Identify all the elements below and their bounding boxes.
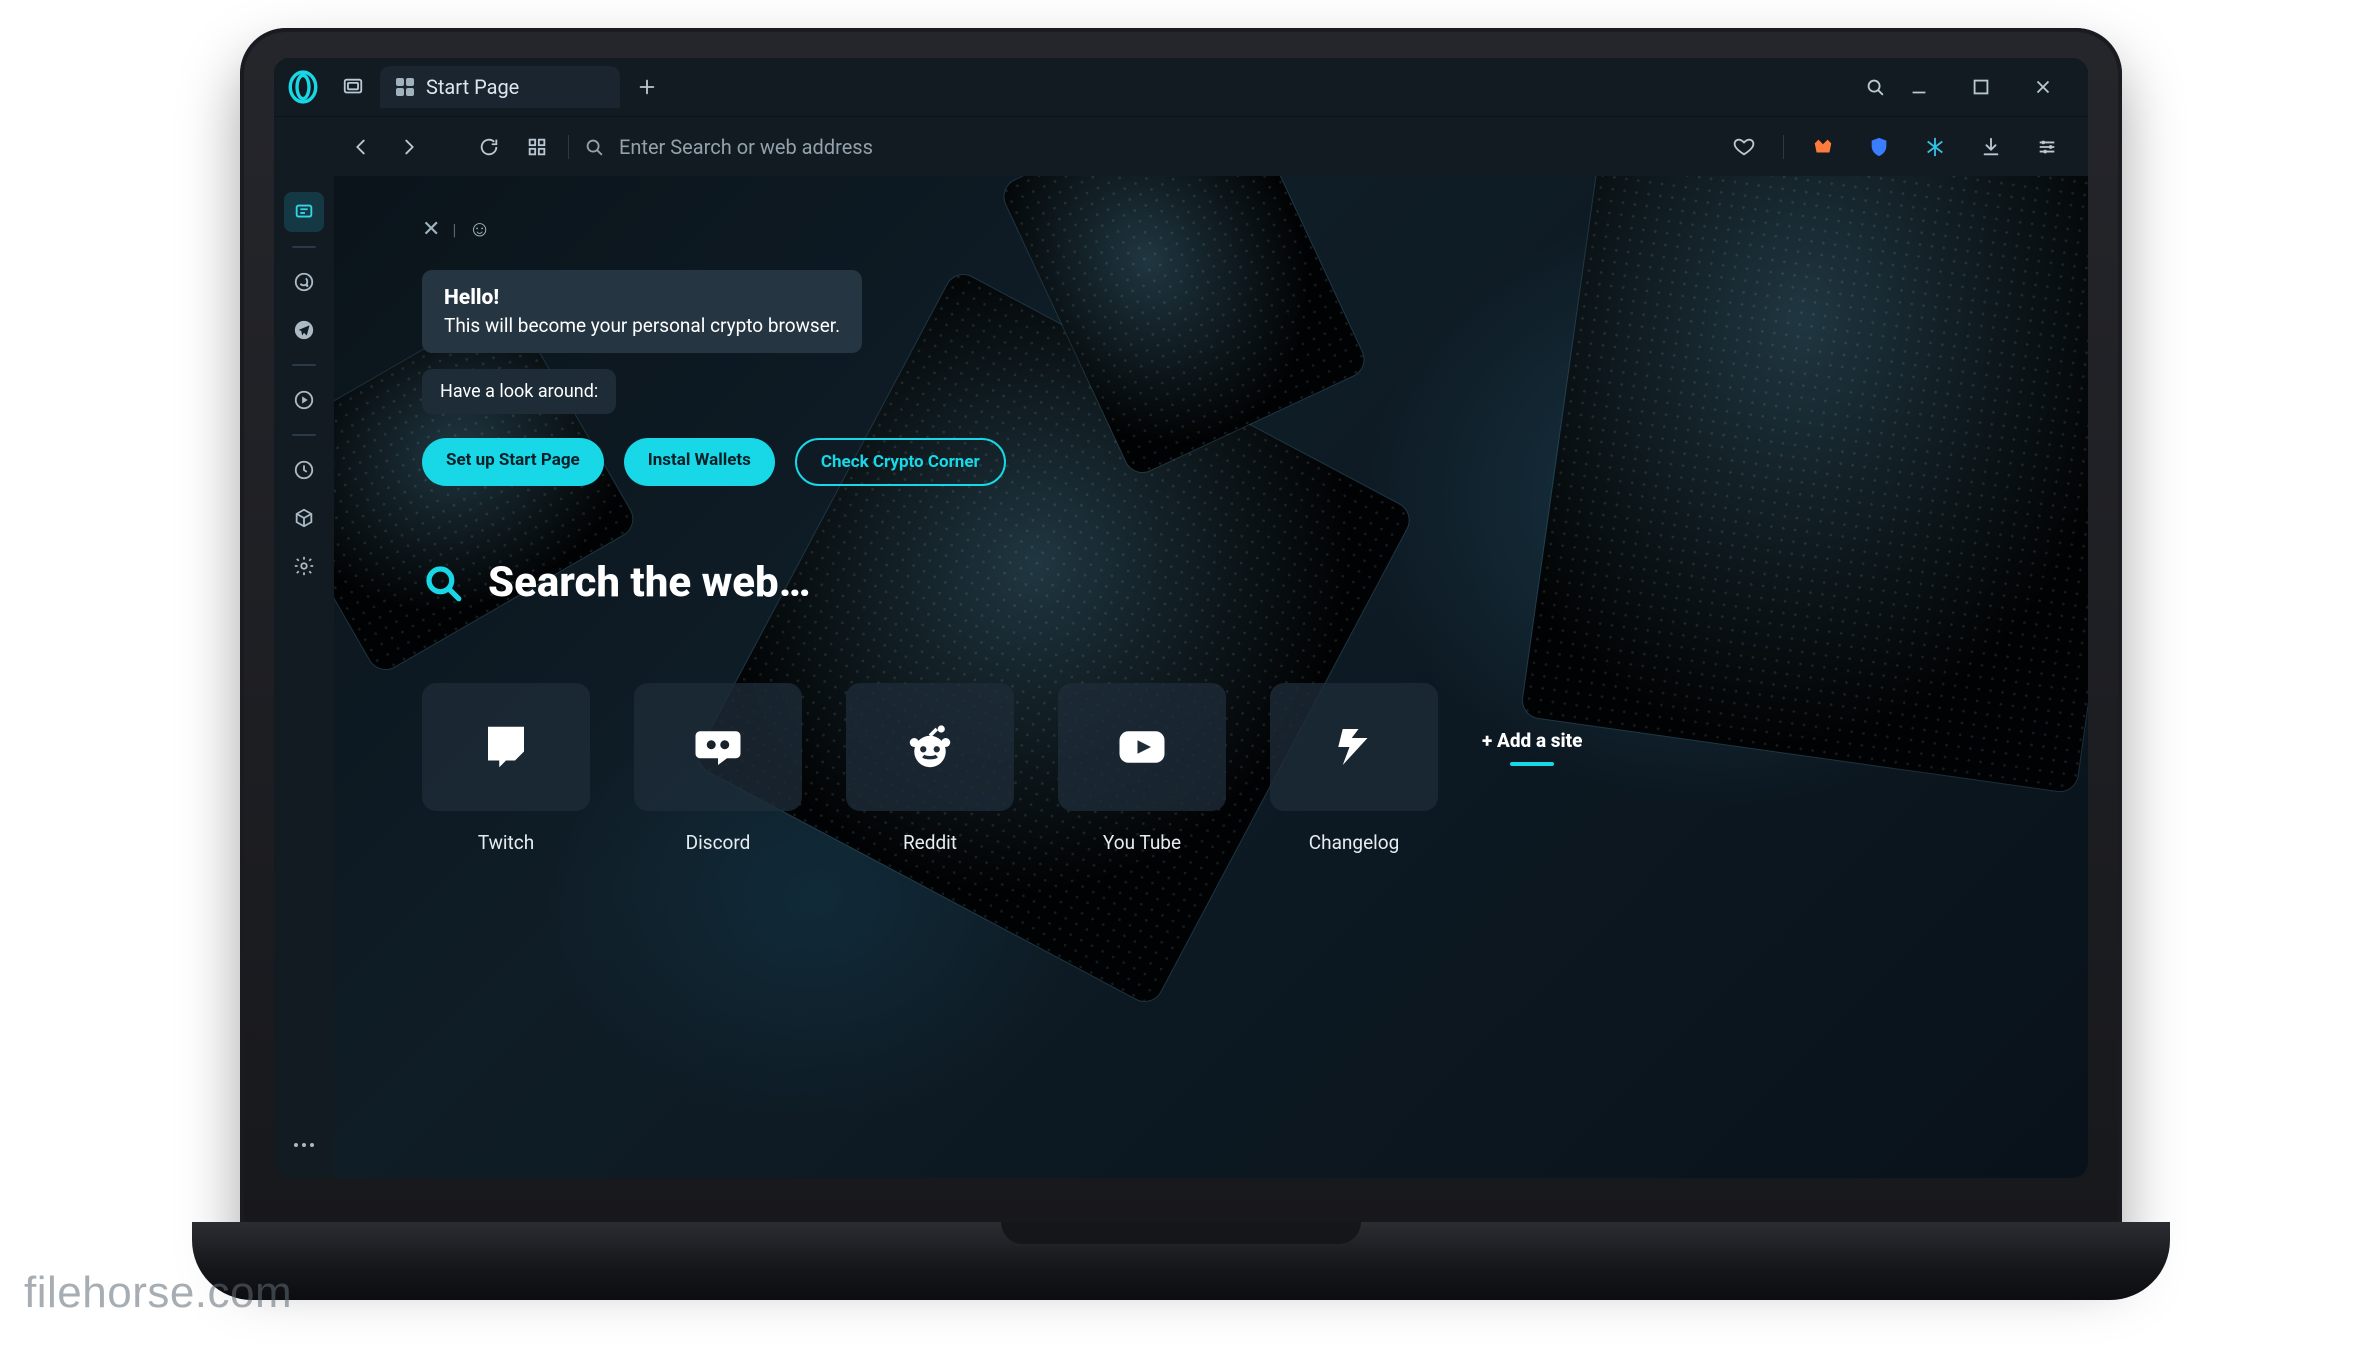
browser-chrome: Start Page [274, 58, 2088, 176]
speed-dial-reddit[interactable]: Reddit [846, 683, 1014, 854]
address-placeholder: Enter Search or web address [619, 135, 873, 159]
search-icon [422, 562, 464, 604]
laptop-mockup: Start Page [240, 28, 2122, 1300]
speed-dial-label: Discord [686, 831, 751, 854]
laptop-lid: Start Page [240, 28, 2122, 1248]
speed-dial-changelog[interactable]: Changelog [1270, 683, 1438, 854]
sidebar-divider [292, 434, 316, 436]
speed-dial-discord[interactable]: Discord [634, 683, 802, 854]
address-bar[interactable]: Enter Search or web address [583, 135, 1713, 159]
downloads-button[interactable] [1974, 130, 2008, 164]
shield-extension-icon[interactable] [1862, 130, 1896, 164]
accent-underline [1510, 762, 1554, 766]
changelog-icon [1327, 720, 1381, 774]
speed-dial-label: You Tube [1103, 831, 1181, 854]
youtube-icon [1115, 720, 1169, 774]
speed-dial-row: Twitch Discord Reddit You Tube [422, 683, 2024, 854]
close-greeting-button[interactable]: ✕ [422, 217, 440, 242]
sidebar [274, 176, 334, 1178]
speed-dial-label: Twitch [478, 831, 534, 854]
sidebar-item-crypto[interactable] [284, 192, 324, 232]
snowflake-extension-icon[interactable] [1918, 130, 1952, 164]
setup-start-page-button[interactable]: Set up Start Page [422, 438, 604, 486]
speed-dial-shortcut[interactable] [520, 130, 554, 164]
wallet-extension-icon[interactable] [1806, 130, 1840, 164]
greeting-card: Hello! This will become your personal cr… [422, 270, 2024, 486]
speed-dial-twitch[interactable]: Twitch [422, 683, 590, 854]
sidebar-item-history[interactable] [284, 450, 324, 490]
greeting-title: Hello! [444, 286, 840, 310]
speed-dial-youtube[interactable]: You Tube [1058, 683, 1226, 854]
search-heading[interactable]: Search the web… [422, 558, 2024, 607]
window-controls [1902, 70, 2078, 104]
toolbar: Enter Search or web address [274, 116, 2088, 176]
start-page-content: ✕ | ☺ Hello! This will become your perso… [334, 176, 2088, 1178]
emoji-icon[interactable]: ☺ [468, 216, 490, 242]
sidebar-item-whatsapp[interactable] [284, 262, 324, 302]
install-wallets-button[interactable]: Instal Wallets [624, 438, 775, 486]
forward-button[interactable] [392, 130, 426, 164]
minimize-button[interactable] [1902, 70, 1936, 104]
search-tabs-button[interactable] [1858, 70, 1892, 104]
tab-start-page[interactable]: Start Page [380, 66, 620, 108]
check-crypto-corner-button[interactable]: Check Crypto Corner [795, 438, 1006, 486]
add-site-button[interactable]: + Add a site [1482, 683, 1582, 811]
discord-icon [691, 720, 745, 774]
greeting-toolbar: ✕ | ☺ [422, 216, 2024, 242]
browser-window: Start Page [274, 58, 2088, 1178]
greeting-subtitle: This will become your personal crypto br… [444, 314, 840, 337]
add-site-label: + Add a site [1482, 729, 1582, 752]
greeting-bubble: Hello! This will become your personal cr… [422, 270, 862, 353]
watermark-text: filehorse.com [24, 1268, 292, 1318]
sidebar-item-cube[interactable] [284, 498, 324, 538]
cta-row: Set up Start Page Instal Wallets Check C… [422, 438, 2024, 486]
sidebar-item-player[interactable] [284, 380, 324, 420]
laptop-base [192, 1222, 2170, 1300]
toolbar-separator [1783, 135, 1784, 159]
speed-dial-label: Changelog [1309, 831, 1400, 854]
greeting-hint: Have a look around: [422, 369, 616, 414]
speed-dial-icon [396, 78, 414, 96]
sidebar-item-settings[interactable] [284, 546, 324, 586]
twitch-icon [479, 720, 533, 774]
sidebar-divider [292, 246, 316, 248]
tab-strip: Start Page [274, 58, 2088, 116]
toolbar-separator [568, 135, 569, 159]
opera-logo[interactable] [280, 64, 326, 110]
tab-title: Start Page [426, 75, 519, 99]
search-heading-text: Search the web… [488, 558, 811, 607]
easy-setup-button[interactable] [2030, 130, 2064, 164]
back-button[interactable] [344, 130, 378, 164]
reddit-icon [903, 720, 957, 774]
search-icon [583, 136, 605, 158]
close-button[interactable] [2026, 70, 2060, 104]
speed-dial-label: Reddit [903, 831, 957, 854]
maximize-button[interactable] [1964, 70, 1998, 104]
sidebar-item-telegram[interactable] [284, 310, 324, 350]
bookmark-heart-button[interactable] [1727, 130, 1761, 164]
sidebar-more-button[interactable] [284, 1130, 324, 1160]
sidebar-divider [292, 364, 316, 366]
new-tab-button[interactable] [630, 70, 664, 104]
reload-button[interactable] [472, 130, 506, 164]
workspaces-button[interactable] [336, 70, 370, 104]
